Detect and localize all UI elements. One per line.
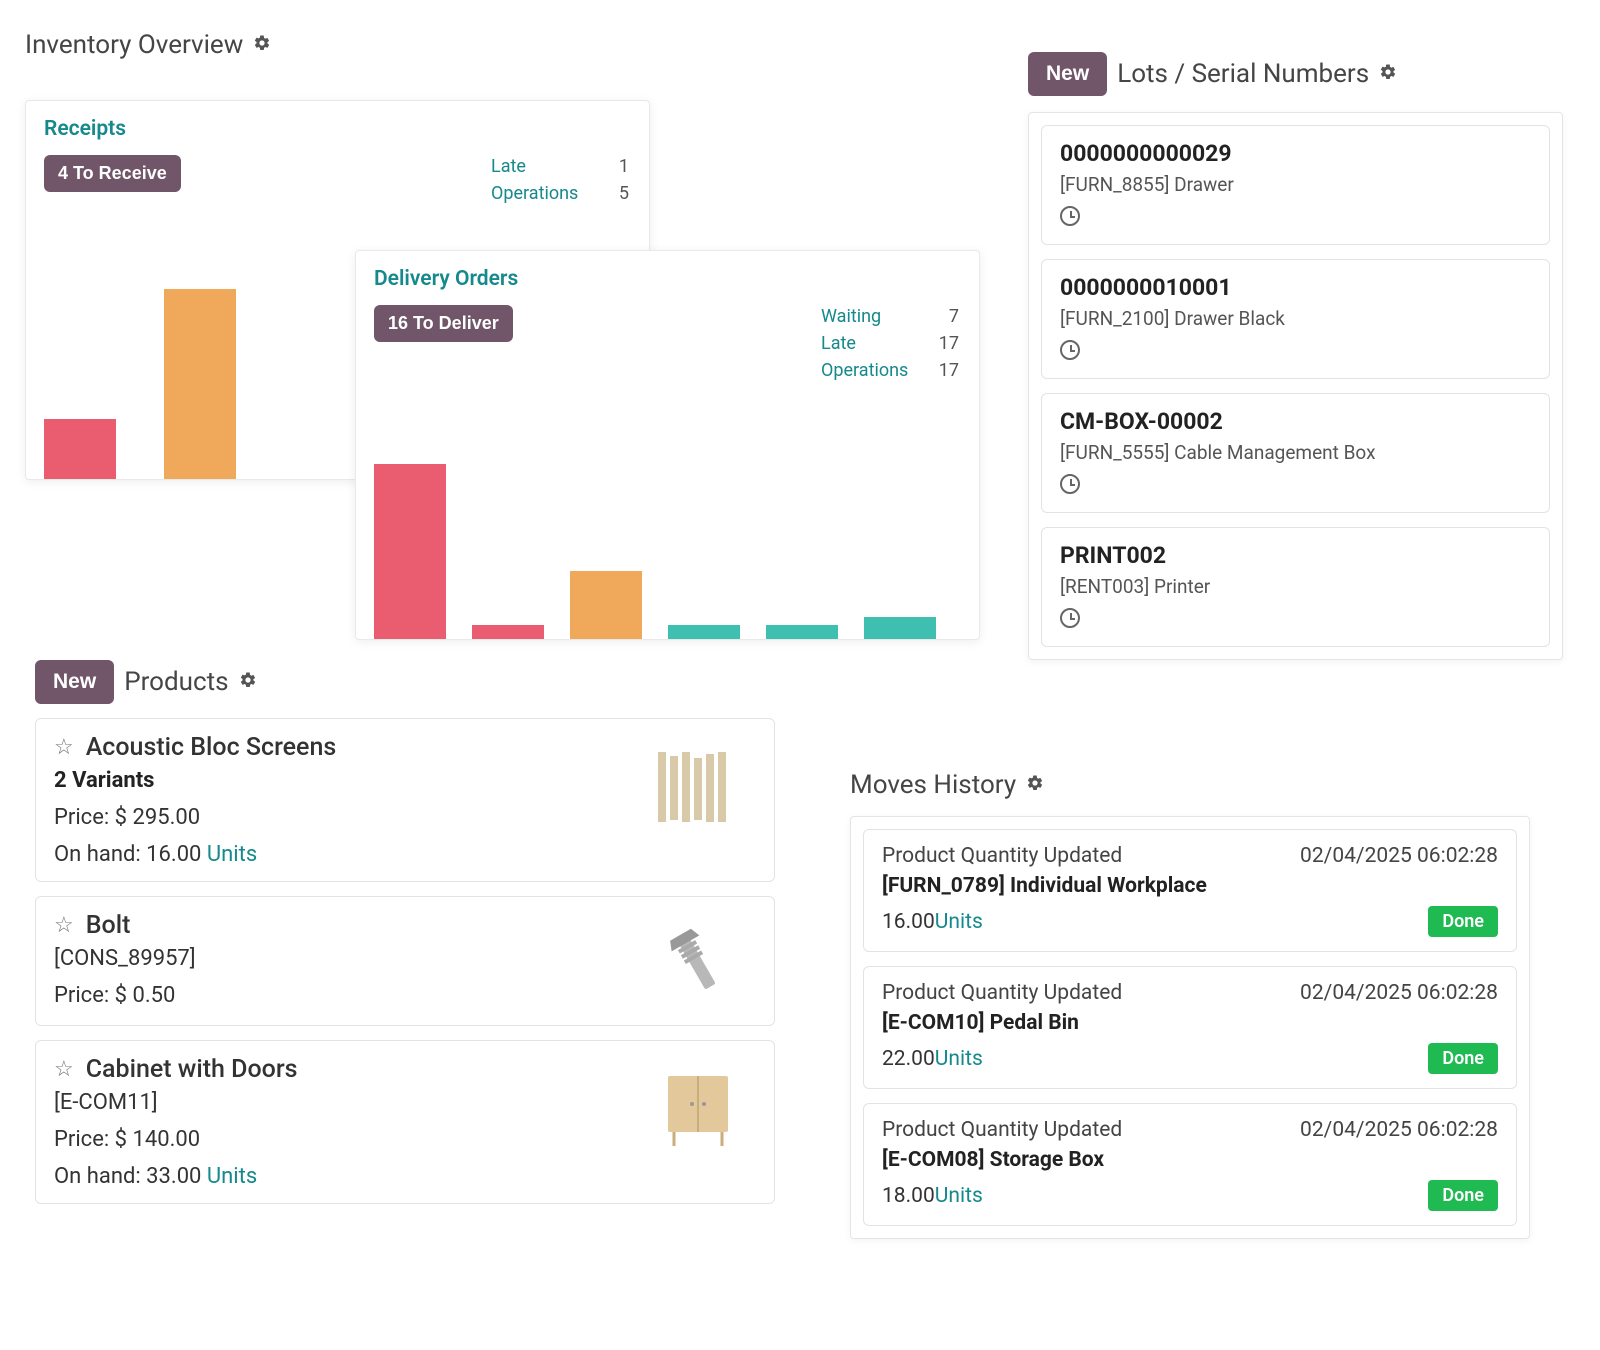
gear-icon[interactable]: [253, 33, 271, 57]
lot-card[interactable]: PRINT002 [RENT003] Printer: [1041, 527, 1550, 647]
product-image: [638, 1055, 758, 1163]
stat-label: Waiting: [821, 303, 911, 330]
chart-bar: [766, 625, 838, 639]
products-title: Products: [124, 667, 228, 697]
product-card[interactable]: ☆Acoustic Bloc Screens2 VariantsPrice: $…: [35, 718, 775, 882]
stat-label: Late: [821, 330, 911, 357]
move-product: [E-COM08] Storage Box: [882, 1148, 1498, 1172]
lots-list: 0000000000029 [FURN_8855] Drawer 000000001…: [1028, 112, 1563, 660]
status-badge: Done: [1428, 1180, 1498, 1211]
moves-section: Moves History Product Quantity Updated 02…: [850, 770, 1530, 1239]
lot-description: [FURN_5555] Cable Management Box: [1060, 441, 1531, 464]
product-onhand: On hand: 16.00 Units: [54, 842, 756, 867]
move-action: Product Quantity Updated: [882, 981, 1122, 1005]
stat-value: 5: [605, 180, 629, 207]
star-icon[interactable]: ☆: [54, 913, 74, 938]
lot-number: PRINT002: [1060, 542, 1531, 569]
stat-value: 17: [935, 357, 959, 384]
product-name: Bolt: [86, 911, 131, 940]
stat-value: 7: [935, 303, 959, 330]
chart-bar: [570, 571, 642, 639]
move-action: Product Quantity Updated: [882, 1118, 1122, 1142]
chart-bar: [472, 625, 544, 639]
chart-bar: [864, 617, 936, 639]
lot-number: CM-BOX-00002: [1060, 408, 1531, 435]
move-quantity: 16.00Units: [882, 910, 983, 934]
status-badge: Done: [1428, 1043, 1498, 1074]
chart-bar: [164, 289, 236, 479]
product-card[interactable]: ☆Cabinet with Doors[E-COM11]Price: $ 140…: [35, 1040, 775, 1204]
chart-bar: [374, 464, 446, 639]
move-product: [E-COM10] Pedal Bin: [882, 1011, 1498, 1035]
delivery-title: Delivery Orders: [374, 267, 961, 291]
lot-card[interactable]: 0000000000029 [FURN_8855] Drawer: [1041, 125, 1550, 245]
move-card[interactable]: Product Quantity Updated 02/04/2025 06:02…: [863, 1103, 1517, 1226]
lot-card[interactable]: CM-BOX-00002 [FURN_5555] Cable Management…: [1041, 393, 1550, 513]
status-badge: Done: [1428, 906, 1498, 937]
lot-description: [RENT003] Printer: [1060, 575, 1531, 598]
product-onhand: On hand: 33.00 Units: [54, 1164, 756, 1189]
move-card[interactable]: Product Quantity Updated 02/04/2025 06:02…: [863, 829, 1517, 952]
gear-icon[interactable]: [1026, 773, 1044, 797]
chart-bar: [44, 419, 116, 479]
chart-bar: [668, 625, 740, 639]
move-product: [FURN_0789] Individual Workplace: [882, 874, 1498, 898]
units-link[interactable]: Units: [207, 842, 257, 867]
product-card[interactable]: ☆Bolt[CONS_89957]Price: $ 0.50: [35, 896, 775, 1026]
new-product-button[interactable]: New: [35, 660, 114, 704]
product-image: [638, 911, 758, 1019]
stat-value: 17: [935, 330, 959, 357]
lot-number: 0000000010001: [1060, 274, 1531, 301]
units-link[interactable]: Units: [207, 1164, 257, 1189]
stat-label: Operations: [821, 357, 911, 384]
products-section: New Products ☆Acoustic Bloc Screens2 Var…: [35, 660, 775, 1218]
lot-number: 0000000000029: [1060, 140, 1531, 167]
product-name: Acoustic Bloc Screens: [86, 733, 337, 762]
move-action: Product Quantity Updated: [882, 844, 1122, 868]
products-header: New Products: [35, 660, 775, 704]
clock-icon: [1060, 474, 1080, 494]
delivery-card: Delivery Orders 16 To Deliver Waiting 7 L…: [355, 250, 980, 640]
moves-header: Moves History: [850, 770, 1530, 800]
delivery-stats: Waiting 7 Late 17 Operations 17: [821, 303, 959, 384]
units-link[interactable]: Units: [935, 1047, 983, 1071]
receipts-stats: Late 1 Operations 5: [491, 153, 629, 207]
new-lot-button[interactable]: New: [1028, 52, 1107, 96]
gear-icon[interactable]: [1379, 62, 1397, 86]
clock-icon: [1060, 206, 1080, 226]
move-quantity: 22.00Units: [882, 1047, 983, 1071]
product-name: Cabinet with Doors: [86, 1055, 298, 1084]
lot-description: [FURN_2100] Drawer Black: [1060, 307, 1531, 330]
inventory-overview-section: Inventory Overview Receipts 4 To Receive…: [25, 30, 1025, 74]
clock-icon: [1060, 608, 1080, 628]
move-time: 02/04/2025 06:02:28: [1300, 844, 1498, 868]
units-link[interactable]: Units: [935, 1184, 983, 1208]
lots-title: Lots / Serial Numbers: [1117, 59, 1369, 89]
stat-label: Late: [491, 153, 581, 180]
inventory-overview-header: Inventory Overview: [25, 30, 1025, 60]
star-icon[interactable]: ☆: [54, 735, 74, 760]
delivery-chart: [374, 459, 961, 639]
receipts-to-receive-button[interactable]: 4 To Receive: [44, 155, 181, 192]
lots-header: New Lots / Serial Numbers: [1028, 52, 1563, 96]
delivery-to-deliver-button[interactable]: 16 To Deliver: [374, 305, 513, 342]
units-link[interactable]: Units: [935, 910, 983, 934]
star-icon[interactable]: ☆: [54, 1057, 74, 1082]
gear-icon[interactable]: [239, 670, 257, 694]
lot-description: [FURN_8855] Drawer: [1060, 173, 1531, 196]
stat-label: Operations: [491, 180, 581, 207]
moves-list: Product Quantity Updated 02/04/2025 06:02…: [850, 816, 1530, 1239]
move-time: 02/04/2025 06:02:28: [1300, 981, 1498, 1005]
receipts-title: Receipts: [44, 117, 631, 141]
move-time: 02/04/2025 06:02:28: [1300, 1118, 1498, 1142]
product-image: [638, 733, 758, 841]
move-quantity: 18.00Units: [882, 1184, 983, 1208]
inventory-overview-title: Inventory Overview: [25, 30, 243, 60]
lots-section: New Lots / Serial Numbers 0000000000029 […: [1028, 52, 1563, 660]
clock-icon: [1060, 340, 1080, 360]
move-card[interactable]: Product Quantity Updated 02/04/2025 06:02…: [863, 966, 1517, 1089]
moves-title: Moves History: [850, 770, 1016, 800]
stat-value: 1: [605, 153, 629, 180]
lot-card[interactable]: 0000000010001 [FURN_2100] Drawer Black: [1041, 259, 1550, 379]
